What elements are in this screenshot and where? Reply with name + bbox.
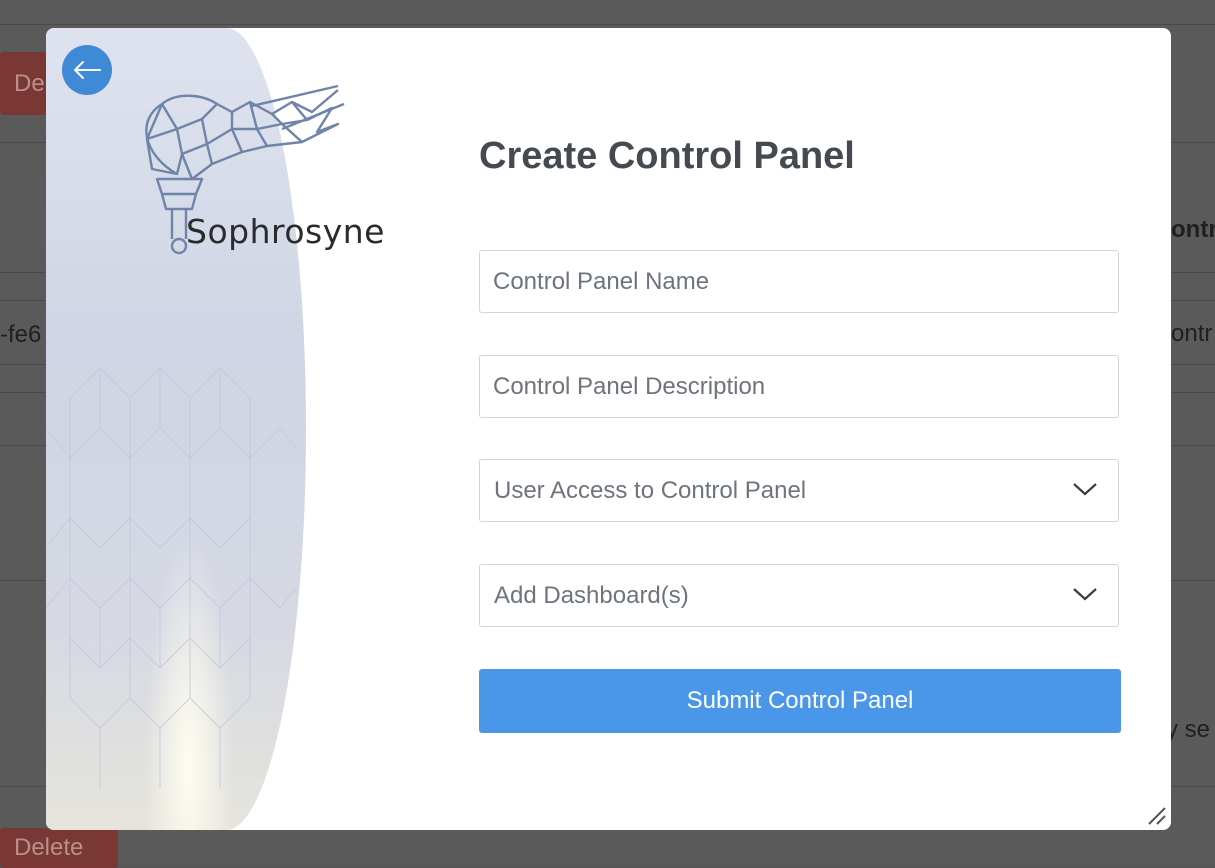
background-text: -fe6	[0, 321, 42, 348]
arrow-left-icon	[74, 61, 101, 79]
submit-control-panel-button[interactable]: Submit Control Panel	[479, 669, 1121, 733]
user-access-select-label: User Access to Control Panel	[494, 476, 807, 504]
background-delete-button[interactable]: Delete	[0, 828, 118, 868]
background-text: y se	[1166, 716, 1211, 743]
divider	[0, 24, 1215, 25]
add-dashboards-select[interactable]: Add Dashboard(s)	[479, 564, 1119, 627]
resize-handle-icon[interactable]	[1145, 804, 1167, 826]
chevron-down-icon	[1073, 588, 1097, 601]
control-panel-description-field[interactable]	[479, 355, 1119, 418]
control-panel-name-input[interactable]	[480, 251, 1118, 312]
create-control-panel-modal: Sophrosyne Create Control Panel User Acc…	[46, 28, 1171, 830]
page-title: Create Control Panel	[479, 135, 855, 177]
background-delete-label: Delete	[14, 834, 84, 861]
background-delete-label: De	[14, 69, 45, 97]
background-delete-button[interactable]: De	[0, 52, 50, 115]
add-dashboards-select-label: Add Dashboard(s)	[494, 581, 689, 609]
logo-text: Sophrosyne	[186, 212, 385, 251]
back-button[interactable]	[62, 45, 112, 95]
chevron-down-icon	[1073, 483, 1097, 496]
background-text: ontr	[1171, 320, 1213, 347]
user-access-select[interactable]: User Access to Control Panel	[479, 459, 1119, 522]
background-text: ontr	[1171, 216, 1215, 243]
control-panel-name-field[interactable]	[479, 250, 1119, 313]
control-panel-description-input[interactable]	[480, 356, 1118, 417]
